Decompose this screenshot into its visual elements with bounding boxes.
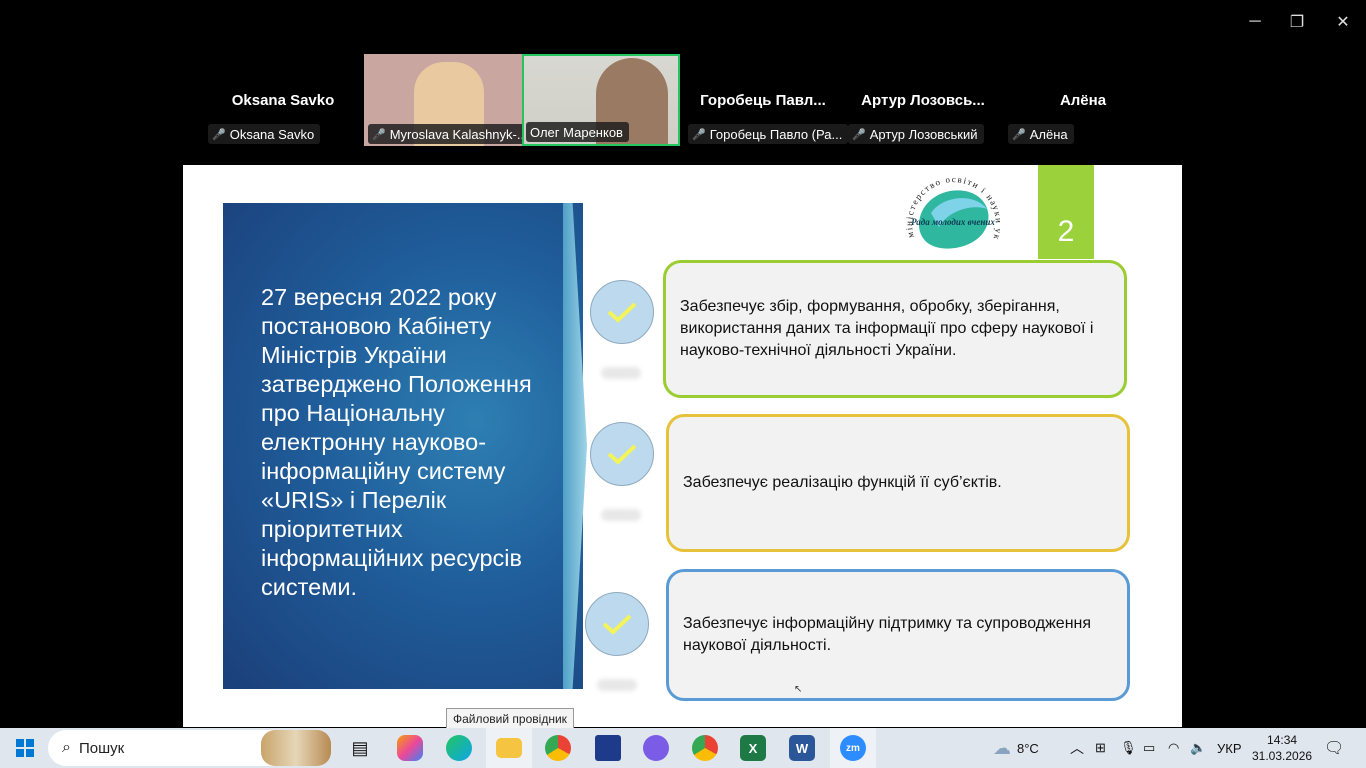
participant-name: Oksana Savko <box>231 92 335 109</box>
blurred-label <box>601 509 641 521</box>
info-box-text: Забезпечує збір, формування, обробку, зб… <box>680 298 1094 359</box>
microphone-icon[interactable]: 🎙 <box>1120 728 1137 768</box>
council-logo: міністерство освіти і науки україни Рада… <box>891 173 1003 249</box>
clock-time: 14:34 <box>1267 733 1298 747</box>
show-hidden-icons-button[interactable]: ︿ <box>1070 728 1084 768</box>
clock-date: 31.03.2026 <box>1252 749 1313 763</box>
info-box-text: Забезпечує інформаційну підтримку та суп… <box>683 615 1092 654</box>
shared-slide: 27 вересня 2022 року постановою Кабінету… <box>183 165 1182 727</box>
search-icon: ⌕ <box>62 739 71 756</box>
participant-name: Артур Лозовсь... <box>861 92 985 109</box>
check-circle <box>590 280 654 344</box>
participant-tag: Олег Маренков <box>526 122 629 142</box>
windows-icon <box>16 739 34 757</box>
file-explorer-icon[interactable] <box>486 728 532 768</box>
wifi-icon[interactable]: ◠ <box>1168 728 1179 768</box>
participant-tag: 🎤 Oksana Savko <box>208 124 321 144</box>
participant-name: Алёна <box>1059 92 1107 109</box>
copilot-icon[interactable] <box>396 728 424 768</box>
slide-title-panel: 27 вересня 2022 року постановою Кабінету… <box>223 203 587 689</box>
participant-tile[interactable]: Алёна 🎤 Алёна <box>1004 54 1162 146</box>
taskbar: ⌕ Пошук ▤ X W zm ☁ 8°C ︿ ⊞ 🎙 ▭ ◠ 🔈 УКР 1… <box>0 728 1366 768</box>
participant-tag: 🎤 Алёна <box>1008 124 1074 144</box>
participant-tag: 🎤 Артур Лозовський <box>848 124 984 144</box>
mic-muted-icon: 🎤 <box>692 128 706 141</box>
slide-main-text: 27 вересня 2022 року постановою Кабінету… <box>261 284 532 600</box>
clock[interactable]: 14:34 31.03.2026 <box>1252 728 1312 768</box>
language-indicator[interactable]: УКР <box>1217 728 1242 768</box>
check-circle <box>590 422 654 486</box>
start-button[interactable] <box>8 728 42 768</box>
close-button[interactable]: ✕ <box>1320 8 1366 36</box>
cloud-icon: ☁ <box>993 737 1011 758</box>
participant-tile[interactable]: Артур Лозовсь... 🎤 Артур Лозовський <box>844 54 1002 146</box>
mic-muted-icon: 🎤 <box>212 128 226 141</box>
active-speaker-tile[interactable]: Олег Маренков <box>522 54 680 146</box>
taskbar-tooltip: Файловий провідник <box>446 708 574 730</box>
participant-tile[interactable]: Горобець Павл... 🎤 Горобець Павло (Ра... <box>684 54 848 146</box>
participant-name: Горобець Павл... <box>700 92 826 109</box>
slide-number: 2 <box>1038 165 1094 259</box>
blurred-label <box>597 679 637 691</box>
word-icon[interactable]: W <box>787 728 817 768</box>
notifications-icon[interactable]: 🗨 <box>1324 728 1344 768</box>
viber-icon[interactable] <box>641 728 671 768</box>
chrome-icon[interactable] <box>543 728 573 768</box>
mic-muted-icon: 🎤 <box>372 128 386 141</box>
info-box: Забезпечує збір, формування, обробку, зб… <box>663 260 1127 398</box>
participant-tile[interactable]: Oksana Savko 🎤 Oksana Savko <box>204 54 362 146</box>
info-box-text: Забезпечує реалізацію функцій її суб’єкт… <box>683 474 1002 491</box>
mic-muted-icon: 🎤 <box>1012 128 1026 141</box>
info-box: Забезпечує реалізацію функцій її суб’єкт… <box>666 414 1130 552</box>
zoom-icon[interactable]: zm <box>830 728 876 768</box>
weather-temp: 8°C <box>1017 740 1039 756</box>
task-view-button[interactable]: ▤ <box>346 728 374 768</box>
chrome-icon[interactable] <box>690 728 720 768</box>
check-icon <box>607 302 637 323</box>
network-icon[interactable]: ⊞ <box>1095 728 1106 768</box>
mic-muted-icon: 🎤 <box>852 128 866 141</box>
battery-icon[interactable]: ▭ <box>1143 728 1155 768</box>
check-icon <box>602 614 632 635</box>
weather-widget[interactable]: ☁ 8°C <box>993 728 1039 768</box>
participant-tag: 🎤 Горобець Павло (Ра... <box>688 124 848 144</box>
restore-button[interactable]: ❐ <box>1274 8 1320 36</box>
edge-icon[interactable] <box>444 728 474 768</box>
check-icon <box>607 444 637 465</box>
excel-icon[interactable]: X <box>738 728 768 768</box>
search-highlight-image[interactable] <box>260 728 332 768</box>
participant-video-tile[interactable]: 🎤 Myroslava Kalashnyk-... <box>364 54 528 146</box>
volume-icon[interactable]: 🔈 <box>1190 728 1206 768</box>
blurred-label <box>601 367 641 379</box>
logo-inner-text: Рада молодих вчених <box>911 217 995 227</box>
mouse-cursor-icon: ↖ <box>794 684 803 695</box>
info-box: Забезпечує інформаційну підтримку та суп… <box>666 569 1130 701</box>
minimize-button[interactable]: ─ <box>1232 8 1278 36</box>
participant-tag: 🎤 Myroslava Kalashnyk-... <box>368 124 528 144</box>
check-circle <box>585 592 649 656</box>
search-placeholder: Пошук <box>78 739 125 757</box>
save-icon[interactable] <box>593 728 623 768</box>
